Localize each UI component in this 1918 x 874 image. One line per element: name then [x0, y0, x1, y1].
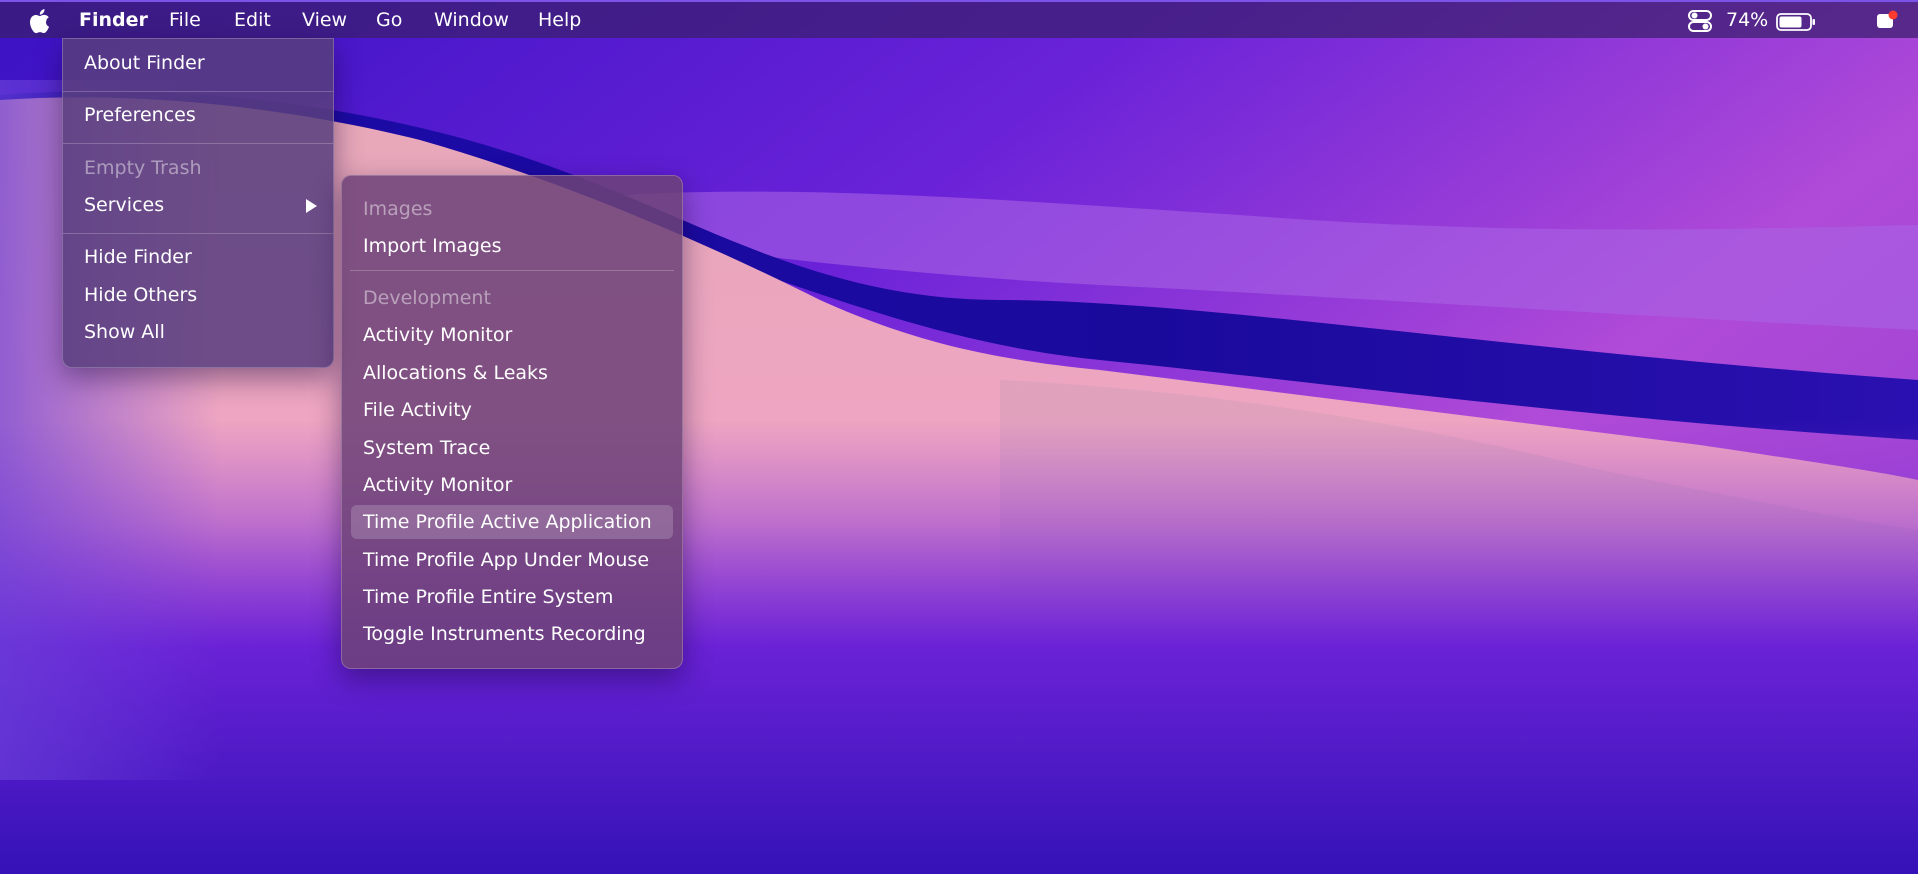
- menu-window[interactable]: Window: [434, 9, 509, 31]
- menu-item-import-images[interactable]: Import Images: [342, 229, 682, 263]
- battery-icon[interactable]: [1776, 13, 1816, 31]
- notification-icon[interactable]: [1876, 10, 1898, 32]
- menu-item-toggle-instruments-recording[interactable]: Toggle Instruments Recording: [342, 617, 682, 651]
- menu-item-show-all[interactable]: Show All: [63, 315, 333, 349]
- menu-separator: [63, 91, 333, 92]
- control-center-icon[interactable]: [1688, 10, 1712, 32]
- menu-item-hide-finder[interactable]: Hide Finder: [63, 240, 333, 274]
- menu-item-preferences[interactable]: Preferences: [63, 98, 333, 132]
- menu-bar: Finder File Edit View Go Window Help 74%: [0, 0, 1918, 38]
- menu-separator: [63, 233, 333, 234]
- menu-item-time-profile-app-under-mouse[interactable]: Time Profile App Under Mouse: [342, 543, 682, 577]
- menu-file[interactable]: File: [169, 9, 201, 31]
- menu-item-services[interactable]: Services: [63, 188, 333, 222]
- section-header-images: Images: [363, 198, 433, 220]
- menu-view[interactable]: View: [302, 9, 347, 31]
- menu-item-about-finder[interactable]: About Finder: [63, 46, 333, 80]
- menu-separator: [63, 143, 333, 144]
- section-header-development: Development: [363, 287, 491, 309]
- menu-separator: [350, 270, 674, 271]
- menu-item-allocations-leaks[interactable]: Allocations & Leaks: [342, 356, 682, 390]
- menu-item-time-profile-entire-system[interactable]: Time Profile Entire System: [342, 580, 682, 614]
- submenu-arrow-icon: [306, 199, 317, 213]
- battery-percent[interactable]: 74%: [1726, 9, 1768, 31]
- apple-icon[interactable]: [28, 8, 50, 34]
- menu-item-hide-others[interactable]: Hide Others: [63, 278, 333, 312]
- menu-help[interactable]: Help: [538, 9, 581, 31]
- menu-item-activity-monitor-2[interactable]: Activity Monitor: [342, 468, 682, 502]
- menu-item-activity-monitor[interactable]: Activity Monitor: [342, 318, 682, 352]
- menu-go[interactable]: Go: [376, 9, 402, 31]
- menu-finder[interactable]: Finder: [79, 9, 148, 31]
- services-submenu: Images Import Images Development Activit…: [341, 175, 683, 669]
- desktop: Finder File Edit View Go Window Help 74%…: [0, 0, 1918, 874]
- menu-item-empty-trash: Empty Trash: [84, 157, 202, 179]
- menu-item-services-label: Services: [84, 194, 165, 216]
- menu-item-system-trace[interactable]: System Trace: [342, 431, 682, 465]
- menu-item-time-profile-active-app[interactable]: Time Profile Active Application: [351, 505, 673, 539]
- menu-item-file-activity[interactable]: File Activity: [342, 393, 682, 427]
- menu-edit[interactable]: Edit: [234, 9, 271, 31]
- finder-menu: About Finder Preferences Empty Trash Ser…: [62, 38, 334, 368]
